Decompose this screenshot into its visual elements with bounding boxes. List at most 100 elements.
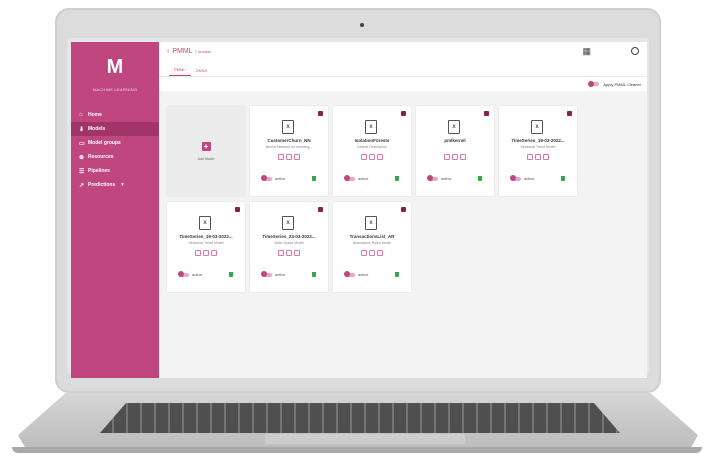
info-icon[interactable] — [294, 250, 300, 256]
card-footer: active — [344, 271, 399, 277]
active-toggle[interactable] — [344, 271, 355, 277]
active-toggle[interactable] — [427, 175, 438, 181]
status-label: active — [275, 176, 286, 181]
laptop-foot — [12, 447, 702, 453]
pmml-cleaner-label: Apply PMML Cleaner — [603, 81, 641, 87]
model-card[interactable]: x TimeSeries_19-03-2022... Seasonal Trend … — [167, 202, 245, 292]
main-content: ‹ PMML 7 models ▦ PMML ONNX Apply PMML C… — [159, 42, 647, 378]
sidebar-item-models[interactable]: ⬇ Models — [71, 122, 159, 136]
active-toggle[interactable] — [510, 175, 521, 181]
download-icon[interactable] — [361, 154, 367, 160]
sidebar-item-pipelines[interactable]: ☰ Pipelines — [71, 164, 159, 178]
home-icon: ⌂ — [79, 112, 83, 118]
model-name: TimeSeries_19-03-2022... — [511, 138, 565, 143]
sidebar-item-predictions[interactable]: ↗ Predictions ▾ — [71, 178, 159, 192]
model-card[interactable]: x IsolationForests Default Description acti… — [333, 106, 411, 196]
grid-view-icon[interactable]: ▦ — [582, 46, 591, 57]
sidebar-item-label: Resources — [88, 154, 114, 160]
pipelines-icon: ☰ — [79, 168, 85, 175]
delete-icon[interactable] — [312, 272, 316, 277]
card-actions — [167, 250, 245, 256]
edit-icon[interactable] — [286, 250, 292, 256]
resources-icon: ⊛ — [79, 154, 85, 161]
model-name: TimeSeries_19-03-2022... — [179, 234, 233, 239]
edit-icon[interactable] — [203, 250, 209, 256]
delete-icon[interactable] — [229, 272, 233, 277]
models-icon: ⬇ — [79, 126, 85, 133]
delete-icon[interactable] — [395, 272, 399, 277]
card-menu-icon[interactable] — [401, 111, 406, 116]
model-file-icon: x — [199, 216, 211, 230]
user-icon[interactable] — [631, 47, 639, 55]
trackpad — [265, 434, 465, 444]
edit-icon[interactable] — [535, 154, 541, 160]
download-icon[interactable] — [278, 250, 284, 256]
card-menu-icon[interactable] — [484, 111, 489, 116]
card-menu-icon[interactable] — [318, 207, 323, 212]
back-arrow-icon[interactable]: ‹ — [167, 48, 169, 55]
download-icon[interactable] — [195, 250, 201, 256]
edit-icon[interactable] — [286, 154, 292, 160]
download-icon[interactable] — [444, 154, 450, 160]
model-name: TransactionsList_AR — [349, 234, 395, 239]
info-icon[interactable] — [377, 250, 383, 256]
delete-icon[interactable] — [395, 176, 399, 181]
model-file-icon: x — [282, 216, 294, 230]
card-footer: active — [344, 175, 399, 181]
card-actions — [333, 154, 411, 160]
delete-icon[interactable] — [312, 176, 316, 181]
model-count: 7 models — [194, 48, 211, 54]
plus-icon: + — [201, 141, 211, 151]
info-icon[interactable] — [377, 154, 383, 160]
model-cards: + Add Model x CustomerChurn_NN Neural Netw… — [167, 106, 643, 292]
model-name: CustomerChurn_NN — [267, 138, 311, 143]
app-logo[interactable]: M MACHINE LEARNING — [71, 42, 159, 96]
model-description: Seasonal Trend Model — [520, 145, 556, 149]
delete-icon[interactable] — [561, 176, 565, 181]
tab-onnx[interactable]: ONNX — [191, 68, 213, 76]
sidebar-item-model-groups[interactable]: ▭ Model groups — [71, 136, 159, 150]
sidebar-item-resources[interactable]: ⊛ Resources — [71, 150, 159, 164]
edit-icon[interactable] — [369, 154, 375, 160]
download-icon[interactable] — [278, 154, 284, 160]
tab-pmml[interactable]: PMML — [169, 67, 191, 76]
page-title: PMML — [172, 47, 193, 55]
model-card[interactable]: x TransactionsList_AR Association Rules Mo… — [333, 202, 411, 292]
sidebar: M MACHINE LEARNING ⌂ Home ⬇ Models ▭ Model gr… — [71, 42, 159, 378]
active-toggle[interactable] — [344, 175, 355, 181]
active-toggle[interactable] — [261, 175, 272, 181]
add-model-card[interactable]: + Add Model — [167, 106, 245, 196]
card-menu-icon[interactable] — [235, 207, 240, 212]
chevron-down-icon: ▾ — [121, 182, 124, 188]
card-menu-icon[interactable] — [318, 111, 323, 116]
model-file-icon: x — [365, 120, 377, 134]
download-icon[interactable] — [527, 154, 533, 160]
topbar: ‹ PMML 7 models ▦ — [159, 42, 647, 60]
info-icon[interactable] — [460, 154, 466, 160]
delete-icon[interactable] — [478, 176, 482, 181]
model-card[interactable]: x TimeSeries_23-03-2022... State Space Mod… — [250, 202, 328, 292]
model-card[interactable]: x TimeSeries_19-03-2022... Seasonal Trend … — [499, 106, 577, 196]
download-icon[interactable] — [361, 250, 367, 256]
webcam-icon — [360, 23, 364, 27]
pmml-cleaner-toggle[interactable] — [588, 80, 600, 87]
model-groups-icon: ▭ — [79, 140, 85, 147]
info-icon[interactable] — [211, 250, 217, 256]
status-label: active — [441, 176, 452, 181]
model-file-icon: x — [448, 120, 460, 134]
edit-icon[interactable] — [369, 250, 375, 256]
info-icon[interactable] — [543, 154, 549, 160]
active-toggle[interactable] — [261, 271, 272, 277]
model-card[interactable]: x CustomerChurn_NN Neural Network for redu… — [250, 106, 328, 196]
status-label: active — [524, 176, 535, 181]
sidebar-item-home[interactable]: ⌂ Home — [71, 108, 159, 122]
model-description: Neural Network for reducing... — [265, 145, 313, 149]
model-file-icon: x — [282, 120, 294, 134]
active-toggle[interactable] — [178, 271, 189, 277]
add-model-label: Add Model — [197, 156, 215, 161]
card-menu-icon[interactable] — [567, 111, 572, 116]
edit-icon[interactable] — [452, 154, 458, 160]
card-menu-icon[interactable] — [401, 207, 406, 212]
info-icon[interactable] — [294, 154, 300, 160]
model-card[interactable]: x pmlkernel active — [416, 106, 494, 196]
